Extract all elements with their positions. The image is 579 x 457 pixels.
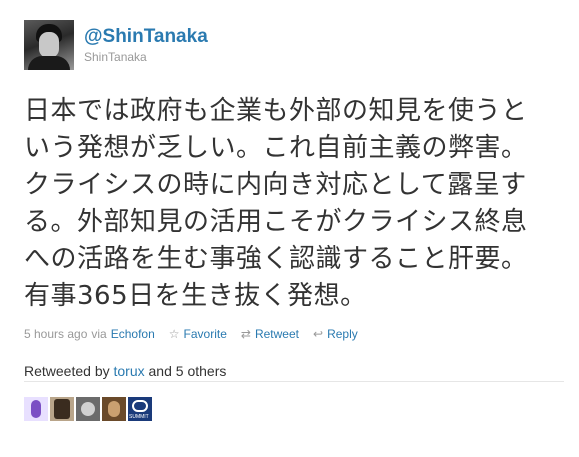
- timestamp-link[interactable]: 5 hours ago: [24, 327, 87, 341]
- retweeter-link[interactable]: torux: [114, 363, 145, 379]
- retweeter-avatar-1[interactable]: [24, 397, 48, 421]
- retweeter-avatar-3[interactable]: [76, 397, 100, 421]
- avatar-figure: [81, 402, 95, 416]
- retweeted-prefix: Retweeted by: [24, 363, 110, 379]
- avatar-figure: [54, 399, 70, 419]
- author-full-name: ShinTanaka: [84, 50, 147, 64]
- reply-icon: ↩: [313, 327, 324, 341]
- retweet-icon: ⇄: [240, 327, 251, 341]
- favorite-button[interactable]: ☆ Favorite: [169, 327, 227, 341]
- divider: [24, 381, 564, 382]
- tweet-meta: 5 hours ago via Echofon ☆ Favorite ⇄ Ret…: [24, 327, 564, 341]
- reply-button[interactable]: ↩ Reply: [313, 327, 358, 341]
- retweeter-avatars: SUMMIT: [24, 397, 154, 421]
- tweet-header: @ShinTanaka ShinTanaka: [24, 20, 564, 76]
- via-app-link[interactable]: Echofon: [111, 327, 155, 341]
- tweet-text: 日本では政府も企業も外部の知見を使うという発想が乏しい。これ自前主義の弊害。クラ…: [24, 96, 528, 311]
- tweet-card: @ShinTanaka ShinTanaka 日本では政府も企業も外部の知見を使…: [24, 20, 564, 379]
- avatar-figure: [31, 400, 41, 418]
- avatar-figure: [108, 401, 120, 417]
- avatar-face: [39, 32, 59, 58]
- reply-label: Reply: [327, 327, 358, 341]
- avatar-logo-text: SUMMIT: [129, 414, 149, 420]
- via-label: via: [91, 327, 107, 341]
- author-names: @ShinTanaka ShinTanaka: [84, 20, 208, 64]
- retweet-button[interactable]: ⇄ Retweet: [241, 327, 299, 341]
- avatar-body: [28, 56, 70, 70]
- retweeted-by: Retweeted by torux and 5 others: [24, 363, 564, 379]
- author-avatar[interactable]: [24, 20, 74, 70]
- retweeter-avatar-2[interactable]: [50, 397, 74, 421]
- avatar-logo: [132, 400, 148, 412]
- retweeted-suffix[interactable]: and 5 others: [149, 363, 227, 379]
- author-screen-name[interactable]: @ShinTanaka: [84, 26, 208, 48]
- favorite-label: Favorite: [183, 327, 227, 341]
- retweet-label: Retweet: [254, 327, 299, 341]
- retweeter-avatar-4[interactable]: [102, 397, 126, 421]
- retweeter-avatar-5[interactable]: SUMMIT: [128, 397, 152, 421]
- star-icon: ☆: [168, 327, 180, 341]
